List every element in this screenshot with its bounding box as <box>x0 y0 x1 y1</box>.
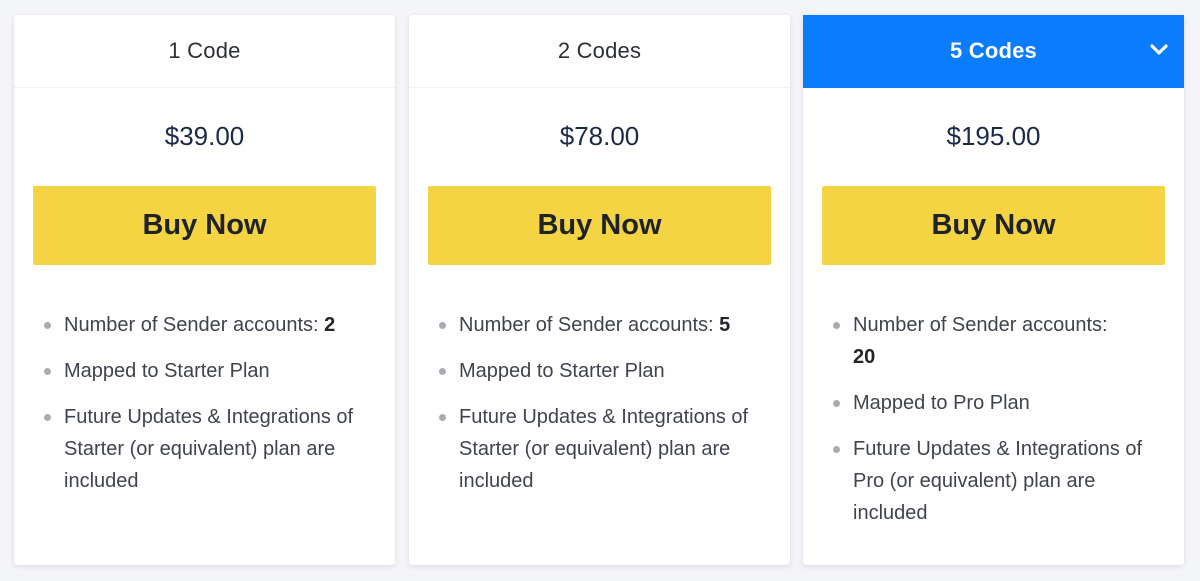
bullet-icon <box>44 368 51 375</box>
feature-item: Future Updates & Integrations of Starter… <box>42 401 375 497</box>
feature-item: Future Updates & Integrations of Starter… <box>437 401 770 497</box>
feature-text: Future Updates & Integrations of Pro (or… <box>853 438 1143 524</box>
plan-title: 1 Code <box>168 38 241 63</box>
bullet-icon <box>44 414 51 421</box>
feature-item: Number of Sender accounts: 5 <box>437 309 770 341</box>
feature-item: Mapped to Starter Plan <box>42 355 375 387</box>
plan-title: 2 Codes <box>557 38 642 63</box>
feature-text: Number of Sender accounts: <box>459 314 720 336</box>
bullet-icon <box>439 414 446 421</box>
feature-list: Number of Sender accounts: 2 Mapped to S… <box>42 309 375 497</box>
feature-text: Future Updates & Integrations of Starter… <box>64 406 354 492</box>
bullet-icon <box>833 446 840 453</box>
buy-now-button[interactable]: Buy Now <box>822 186 1165 265</box>
feature-item: Future Updates & Integrations of Pro (or… <box>831 433 1164 529</box>
feature-value: 20 <box>853 346 876 368</box>
buy-now-button[interactable]: Buy Now <box>33 186 376 265</box>
feature-list: Number of Sender accounts: 5 Mapped to S… <box>437 309 770 497</box>
plan-header[interactable]: 5 Codes <box>803 15 1184 88</box>
feature-text: Mapped to Pro Plan <box>853 392 1030 414</box>
feature-text: Mapped to Starter Plan <box>64 360 270 382</box>
feature-item: Mapped to Pro Plan <box>831 387 1164 419</box>
feature-text: Number of Sender accounts: <box>64 314 325 336</box>
bullet-icon <box>833 400 840 407</box>
plan-price: $195.00 <box>946 121 1041 151</box>
bullet-icon <box>439 322 446 329</box>
plan-price: $78.00 <box>559 121 640 151</box>
plan-price: $39.00 <box>164 121 245 151</box>
feature-list: Number of Sender accounts: 20 Mapped to … <box>831 309 1164 529</box>
bullet-icon <box>44 322 51 329</box>
bullet-icon <box>833 322 840 329</box>
chevron-down-icon[interactable] <box>1150 43 1168 57</box>
feature-value: 2 <box>324 314 336 336</box>
feature-item: Number of Sender accounts: 2 <box>42 309 375 341</box>
plan-card-1-code: 1 Code $39.00 Buy Now Number of Sender a… <box>14 15 395 565</box>
plan-card-2-codes: 2 Codes $78.00 Buy Now Number of Sender … <box>409 15 790 565</box>
feature-text: Mapped to Starter Plan <box>459 360 665 382</box>
feature-text: Future Updates & Integrations of Starter… <box>459 406 749 492</box>
plan-header[interactable]: 2 Codes <box>409 15 790 88</box>
bullet-icon <box>439 368 446 375</box>
plan-card-5-codes: 5 Codes $195.00 Buy Now Number of Sender… <box>803 15 1184 565</box>
plan-header[interactable]: 1 Code <box>14 15 395 88</box>
feature-value: 5 <box>719 314 731 336</box>
buy-now-button[interactable]: Buy Now <box>428 186 771 265</box>
plan-title: 5 Codes <box>950 38 1037 63</box>
feature-item: Mapped to Starter Plan <box>437 355 770 387</box>
feature-text: Number of Sender accounts: <box>853 314 1108 336</box>
feature-item: Number of Sender accounts: 20 <box>831 309 1164 373</box>
